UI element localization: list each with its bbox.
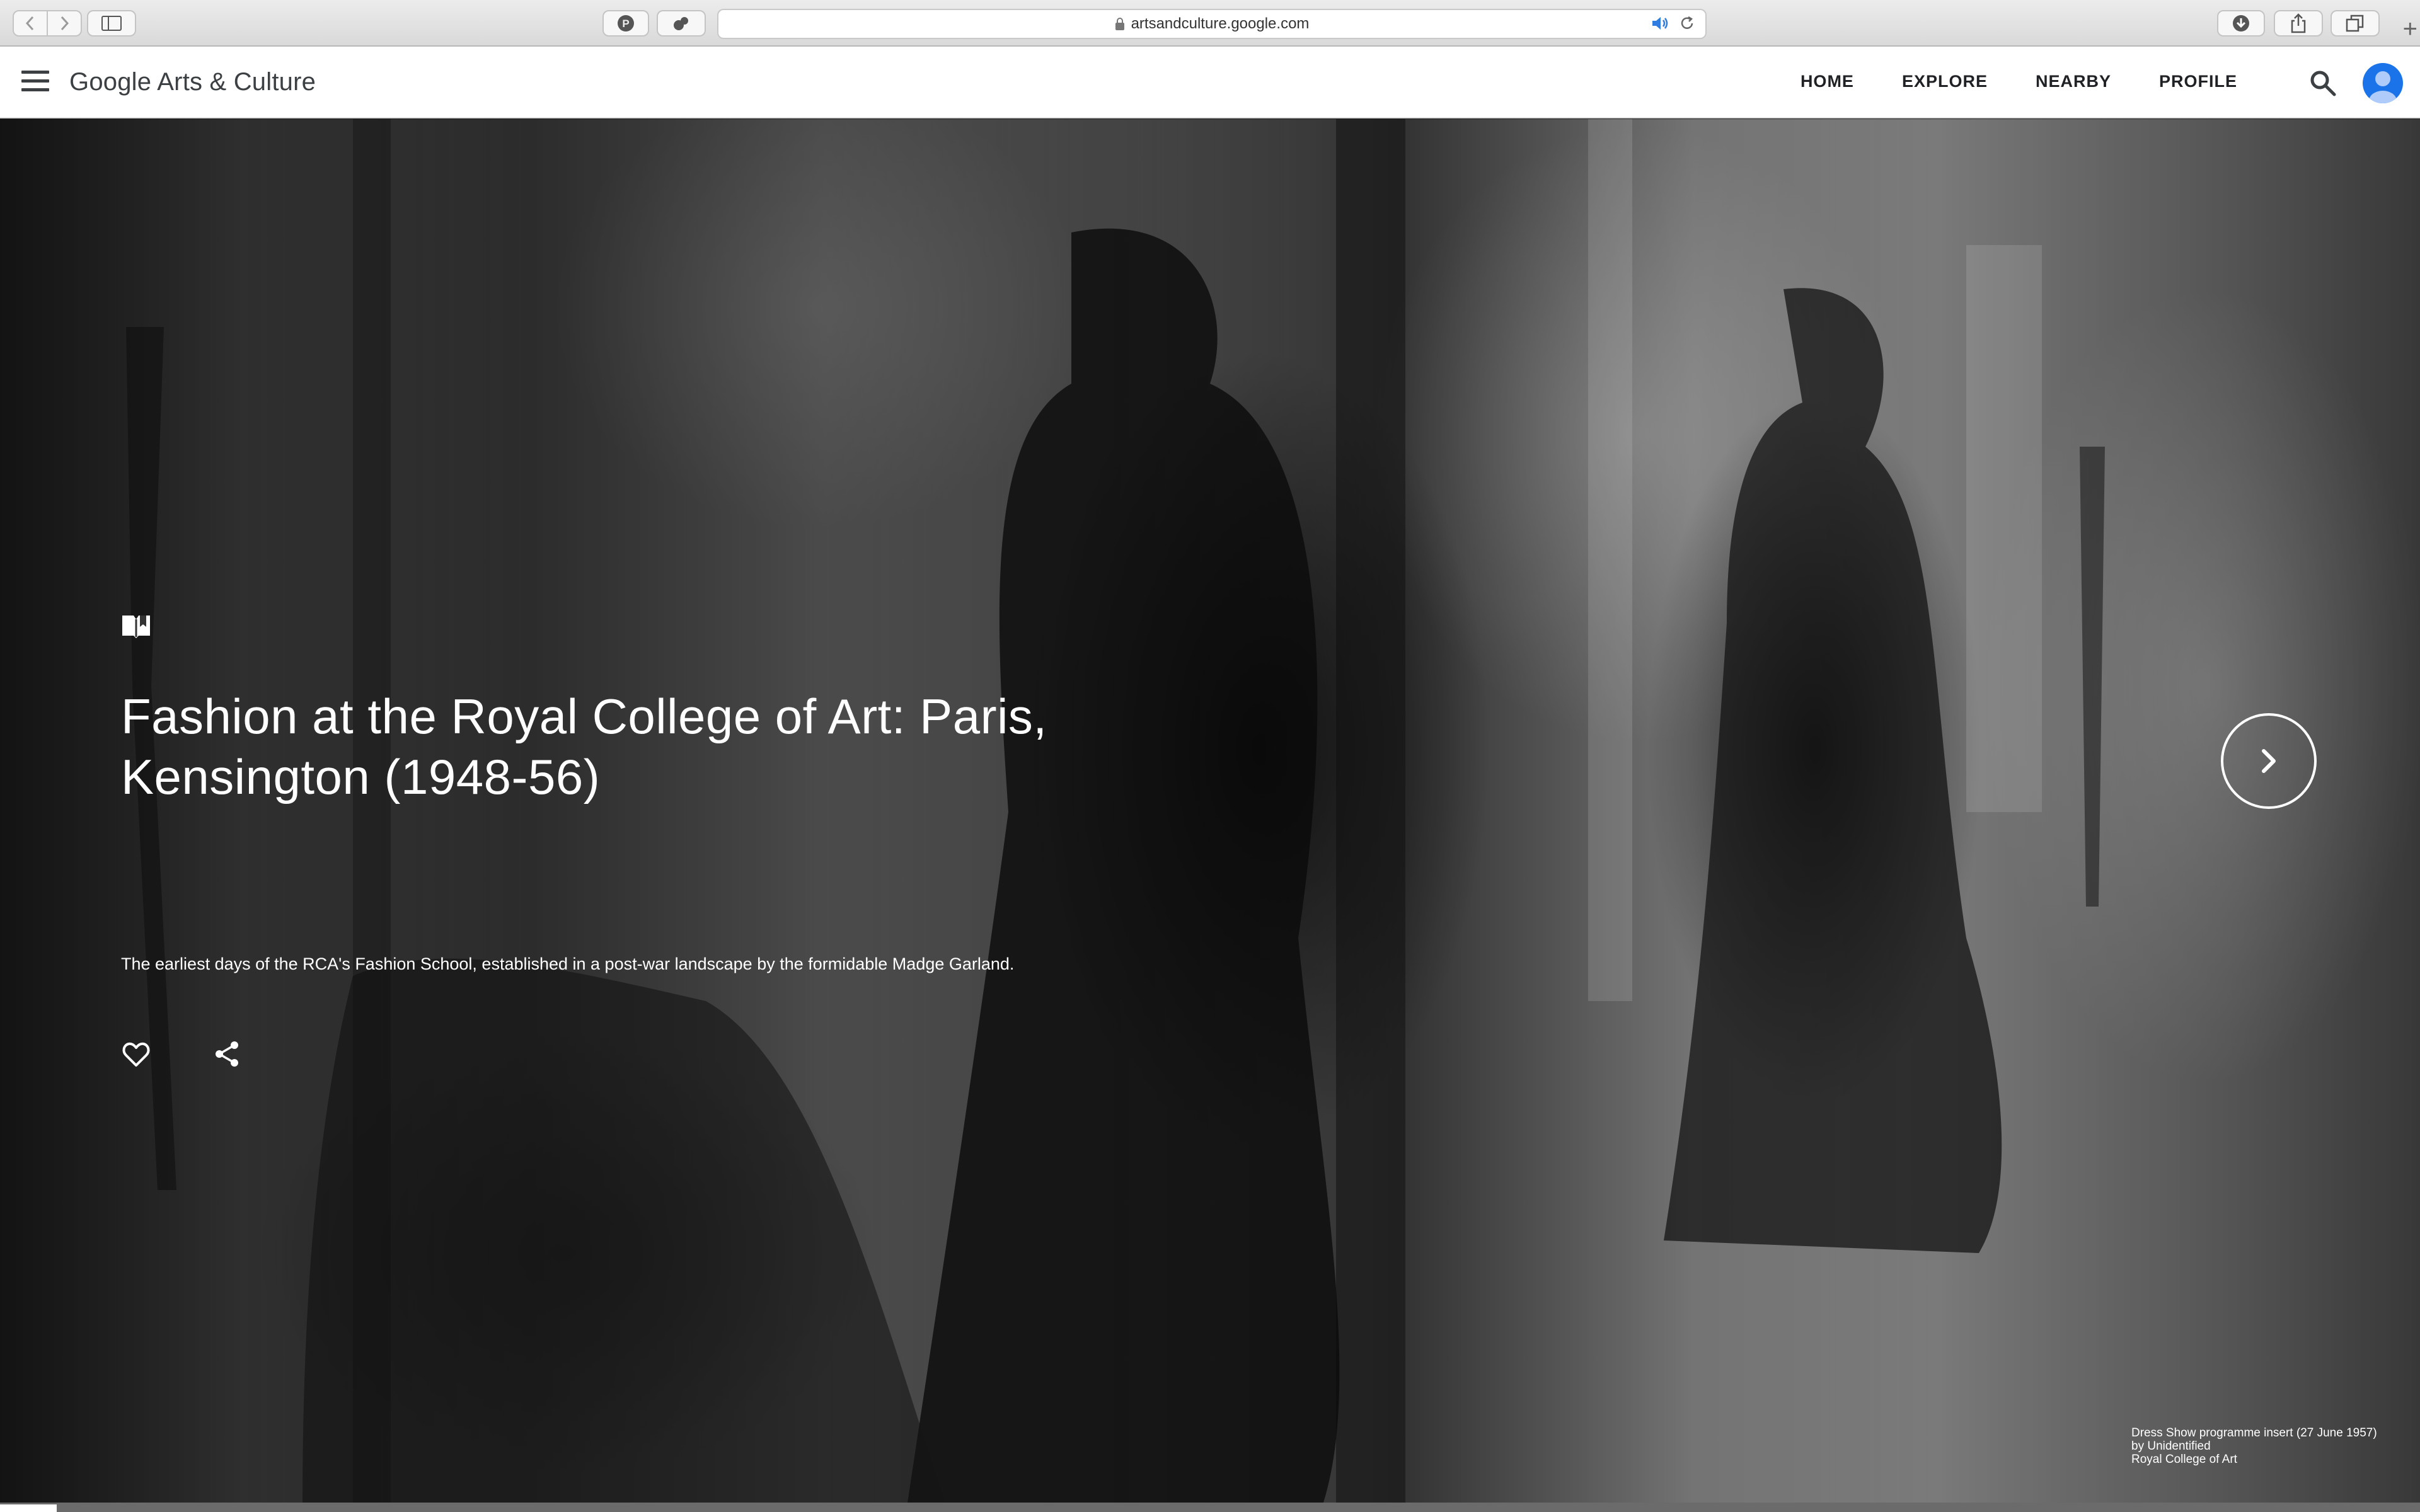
- share-button[interactable]: [2274, 10, 2323, 37]
- hero-overlay: [0, 119, 2420, 1503]
- story-title: Fashion at the Royal College of Art: Par…: [121, 689, 1047, 805]
- credit-title: Dress Show programme insert (27 June 195…: [2131, 1426, 2377, 1440]
- tabs-button[interactable]: [2331, 10, 2380, 37]
- nav-explore[interactable]: EXPLORE: [1902, 72, 1988, 91]
- extension-button[interactable]: [657, 10, 706, 37]
- site-header: Google Arts & Culture HOME EXPLORE NEARB…: [0, 47, 2420, 118]
- story-actions: [121, 1039, 242, 1069]
- extension-icon: [674, 17, 688, 30]
- menu-icon[interactable]: [21, 71, 49, 96]
- sidebar-icon: [101, 16, 122, 31]
- pinterest-button[interactable]: P: [602, 10, 649, 37]
- speaker-icon[interactable]: [1651, 15, 1670, 32]
- address-bar[interactable]: artsandculture.google.com: [717, 9, 1707, 39]
- browser-toolbar: P artsandculture.google.com +: [0, 0, 2420, 47]
- chevron-right-icon: [2262, 749, 2276, 773]
- download-icon: [2233, 15, 2249, 32]
- story-description: The earliest days of the RCA's Fashion S…: [121, 954, 1015, 973]
- bottom-progress-track: [0, 1503, 2420, 1512]
- user-icon: [2369, 71, 2397, 103]
- heart-icon[interactable]: [121, 1039, 151, 1069]
- tabs-icon: [2346, 14, 2364, 32]
- share-icon[interactable]: [212, 1039, 242, 1069]
- story-icon: [122, 616, 150, 638]
- lock-icon: [1115, 18, 1124, 30]
- search-icon[interactable]: [2308, 68, 2338, 98]
- nav-nearby[interactable]: NEARBY: [2036, 72, 2111, 91]
- main-nav: HOME EXPLORE NEARBY PROFILE: [1801, 72, 2237, 91]
- bottom-progress-indicator: [0, 1504, 57, 1512]
- svg-text:P: P: [622, 18, 629, 30]
- back-button[interactable]: [13, 10, 48, 37]
- sidebar-button[interactable]: [87, 10, 136, 37]
- chevron-left-icon: [25, 16, 34, 31]
- share-icon: [2291, 13, 2306, 33]
- nav-profile[interactable]: PROFILE: [2159, 72, 2237, 91]
- downloads-button[interactable]: [2217, 10, 2265, 37]
- new-tab-button[interactable]: +: [2403, 16, 2417, 42]
- site-logo[interactable]: Google Arts & Culture: [69, 68, 316, 96]
- url-text: artsandculture.google.com: [1131, 15, 1310, 32]
- chevron-right-icon: [60, 16, 69, 31]
- next-slide-button[interactable]: [2221, 713, 2317, 809]
- image-credit[interactable]: Dress Show programme insert (27 June 195…: [2131, 1426, 2409, 1466]
- credit-author: by Unidentified: [2131, 1440, 2211, 1453]
- reload-icon[interactable]: [1679, 15, 1695, 32]
- pinterest-icon: P: [618, 15, 634, 32]
- forward-button[interactable]: [47, 10, 82, 37]
- credit-institution: Royal College of Art: [2131, 1453, 2237, 1466]
- avatar[interactable]: [2363, 63, 2403, 103]
- hero-image: Fashion at the Royal College of Art: Par…: [0, 119, 2420, 1503]
- nav-home[interactable]: HOME: [1801, 72, 1854, 91]
